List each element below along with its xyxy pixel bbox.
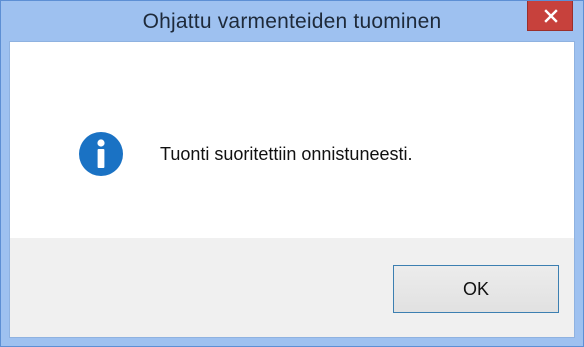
window-title: Ohjattu varmenteiden tuominen	[142, 10, 442, 33]
ok-button[interactable]: OK	[393, 265, 559, 313]
dialog-content: Tuonti suoritettiin onnistuneesti.	[10, 42, 574, 238]
close-icon	[544, 9, 558, 23]
dialog-footer: OK	[10, 238, 574, 337]
dialog-message: Tuonti suoritettiin onnistuneesti.	[160, 144, 413, 164]
close-button[interactable]	[527, 1, 573, 31]
dialog-client-area: Tuonti suoritettiin onnistuneesti. OK	[9, 41, 575, 338]
info-icon	[79, 132, 123, 176]
dialog-window: Ohjattu varmenteiden tuominen Tuonti suo…	[0, 0, 584, 347]
title-bar[interactable]: Ohjattu varmenteiden tuominen	[1, 1, 583, 41]
